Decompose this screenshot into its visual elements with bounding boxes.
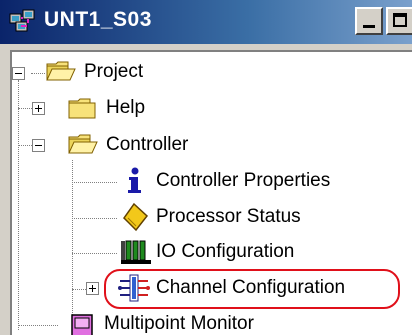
highlight-ring — [104, 269, 400, 309]
tree-item-controller-properties[interactable]: Controller Properties — [12, 164, 392, 200]
expand-toggle[interactable] — [86, 282, 99, 295]
tree-item-io-configuration[interactable]: IO Configuration — [12, 235, 392, 271]
folder-icon — [68, 98, 96, 119]
tree-item-label: Controller — [106, 134, 189, 155]
maximize-button[interactable] — [386, 7, 412, 35]
tree-item-label: Help — [106, 97, 146, 118]
project-tree[interactable]: Project Help Controller Controller Prope… — [10, 50, 412, 335]
app-window: UNT1_S03 Project Help Controller Control… — [0, 0, 412, 335]
collapse-toggle[interactable] — [12, 67, 25, 80]
io-rack-icon — [121, 240, 151, 264]
info-icon — [128, 167, 141, 193]
open-folder-icon — [46, 61, 76, 81]
tree-item-label: Project — [84, 61, 144, 82]
app-icon — [9, 9, 35, 32]
tree-item-multipoint-monitor[interactable]: Multipoint Monitor — [12, 307, 392, 335]
tree-item-label: Multipoint Monitor — [104, 313, 254, 334]
tree-item-processor-status[interactable]: Processor Status — [12, 200, 392, 236]
title-bar[interactable]: UNT1_S03 — [0, 0, 412, 44]
tree-item-project[interactable]: Project — [12, 55, 392, 91]
tree-item-label: IO Configuration — [156, 241, 295, 262]
collapse-toggle[interactable] — [32, 139, 45, 152]
tree-item-label: Processor Status — [156, 206, 301, 227]
tree-item-help[interactable]: Help — [12, 91, 392, 127]
minimize-button[interactable] — [355, 7, 383, 35]
multipoint-monitor-icon — [71, 314, 93, 335]
processor-status-icon — [123, 202, 149, 232]
tree-item-label: Controller Properties — [156, 170, 331, 191]
expand-toggle[interactable] — [32, 102, 45, 115]
tree-item-controller[interactable]: Controller — [12, 128, 392, 164]
open-folder-icon — [68, 134, 98, 154]
window-title: UNT1_S03 — [44, 8, 152, 31]
